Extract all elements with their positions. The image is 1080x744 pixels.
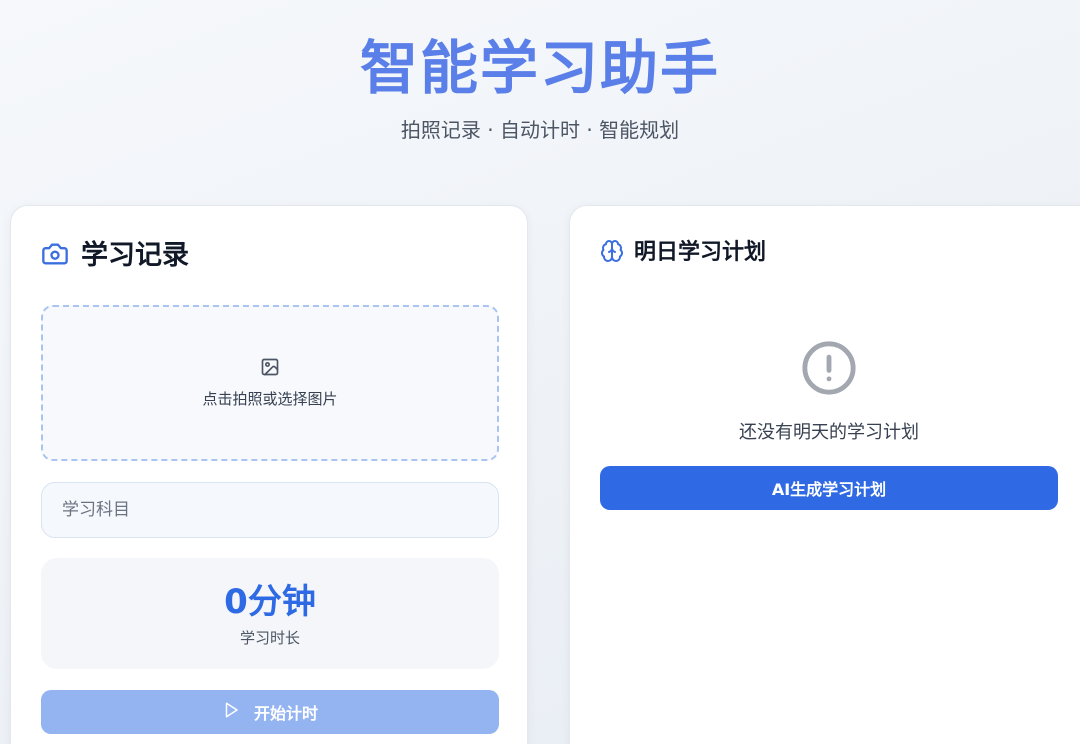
timer-label: 学习时长 [239, 628, 300, 647]
tomorrow-plan-card: 明日学习计划 还没有明天的学习计划 AI生成学习计划 [569, 205, 1080, 744]
study-record-card: 学习记录 点击拍照或选择图片 0分钟 学习时长 开始计时 [10, 205, 528, 744]
start-timer-label: 开始计时 [253, 704, 318, 723]
study-record-title: 学习记录 [81, 240, 189, 271]
timer-display: 0分钟 学习时长 [41, 558, 499, 669]
upload-prompt-text: 点击拍照或选择图片 [202, 390, 338, 408]
tomorrow-plan-header: 明日学习计划 [600, 238, 766, 268]
timer-value: 0分钟 [224, 581, 316, 622]
photo-upload-area[interactable]: 点击拍照或选择图片 [41, 305, 499, 461]
start-timer-button[interactable]: 开始计时 [41, 690, 499, 734]
tomorrow-plan-title: 明日学习计划 [634, 240, 767, 265]
empty-plan-text: 还没有明天的学习计划 [739, 422, 919, 443]
app-subtitle: 拍照记录 · 自动计时 · 智能规划 [400, 118, 680, 142]
camera-icon [41, 240, 69, 272]
brain-icon [600, 239, 624, 267]
subject-input[interactable] [41, 482, 499, 538]
play-icon [222, 701, 240, 723]
alert-circle-icon [800, 339, 858, 401]
app-title: 智能学习助手 [359, 34, 720, 102]
image-icon [260, 357, 280, 381]
study-record-header: 学习记录 [41, 238, 189, 274]
generate-plan-button[interactable]: AI生成学习计划 [600, 466, 1058, 510]
